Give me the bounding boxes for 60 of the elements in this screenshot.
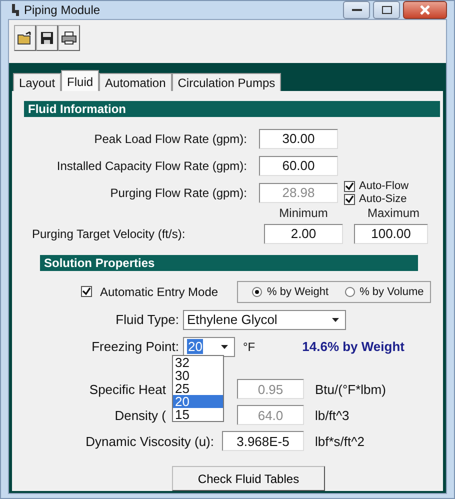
field-label: Installed Capacity Flow Rate (gpm): xyxy=(56,158,247,172)
minimize-icon xyxy=(352,8,362,12)
unit-label: lb/ft^3 xyxy=(315,408,350,422)
maximize-button[interactable] xyxy=(373,1,400,19)
dropdown-option[interactable]: 25 xyxy=(173,382,223,395)
input-field[interactable]: 2.00 xyxy=(264,224,343,244)
dropdown-option[interactable]: 20 xyxy=(173,395,223,408)
dropdown-option[interactable]: 15 xyxy=(173,408,223,421)
field-label: Peak Load Flow Rate (gpm): xyxy=(93,132,247,146)
caret-icon xyxy=(221,344,228,348)
print-button[interactable] xyxy=(58,25,80,51)
folder-icon xyxy=(17,31,33,45)
dropdown-option[interactable]: 32 xyxy=(173,356,223,369)
checkbox-label: Auto-Size xyxy=(359,193,407,205)
printer-icon xyxy=(61,31,77,45)
checkbox[interactable] xyxy=(344,180,355,192)
unit-label: Btu/(°F*lbm) xyxy=(315,382,386,396)
tab[interactable]: Fluid xyxy=(61,70,100,92)
close-button[interactable] xyxy=(403,1,447,19)
radio-label: % by Volume xyxy=(360,286,424,298)
maximize-icon xyxy=(382,6,392,14)
radio-button[interactable] xyxy=(344,286,355,296)
input-field[interactable]: 60.00 xyxy=(259,156,338,176)
column-label: Minimum xyxy=(278,206,329,220)
tab[interactable]: Layout xyxy=(13,73,62,91)
field-label: Purging Target Velocity (ft/s): xyxy=(31,226,186,240)
field-label: Freezing Point: xyxy=(90,339,179,354)
tab[interactable]: Automation xyxy=(99,73,172,91)
checkbox-label: Automatic Entry Mode xyxy=(100,284,220,298)
section-header: Fluid Information xyxy=(24,101,440,117)
checkbox[interactable] xyxy=(81,286,92,297)
field-label: Specific Heat xyxy=(88,382,166,396)
field-label: Fluid Type: xyxy=(114,312,179,327)
tab[interactable]: Circulation Pumps xyxy=(172,73,282,91)
unit-label: °F xyxy=(243,340,256,354)
open-folder-button[interactable] xyxy=(14,25,36,51)
unit-label: lbf*s/ft^2 xyxy=(315,434,364,448)
field-label: Dynamic Viscosity (u): xyxy=(84,434,214,448)
window-title: Piping Module xyxy=(24,3,100,17)
app-icon xyxy=(11,4,19,16)
input-field[interactable]: 3.968E-5 xyxy=(222,431,304,451)
field-label: Density ( xyxy=(114,408,166,422)
input-field[interactable]: 30.00 xyxy=(259,128,338,148)
dropdown-option[interactable]: 30 xyxy=(173,369,223,382)
checkbox-label: Auto-Flow xyxy=(359,180,409,192)
check-fluid-tables-button[interactable]: Check Fluid Tables xyxy=(172,466,325,491)
section-header: Solution Properties xyxy=(40,255,418,271)
radio-button[interactable] xyxy=(252,286,262,296)
column-label: Maximum xyxy=(366,206,420,220)
close-icon xyxy=(420,5,430,15)
checkbox[interactable] xyxy=(344,194,355,204)
caret-icon xyxy=(332,318,339,322)
radio-label: % by Weight xyxy=(267,286,329,298)
save-button[interactable] xyxy=(36,25,58,51)
input-field[interactable]: 100.00 xyxy=(354,224,428,244)
field-label: Purging Flow Rate (gpm): xyxy=(109,186,247,200)
minimize-button[interactable] xyxy=(343,1,370,19)
fluid-type-dropdown[interactable]: Ethylene Glycol xyxy=(183,310,346,330)
concentration-result: 14.6% by Weight xyxy=(302,339,404,354)
freezing-point-dropdown[interactable]: 20 xyxy=(183,336,235,356)
